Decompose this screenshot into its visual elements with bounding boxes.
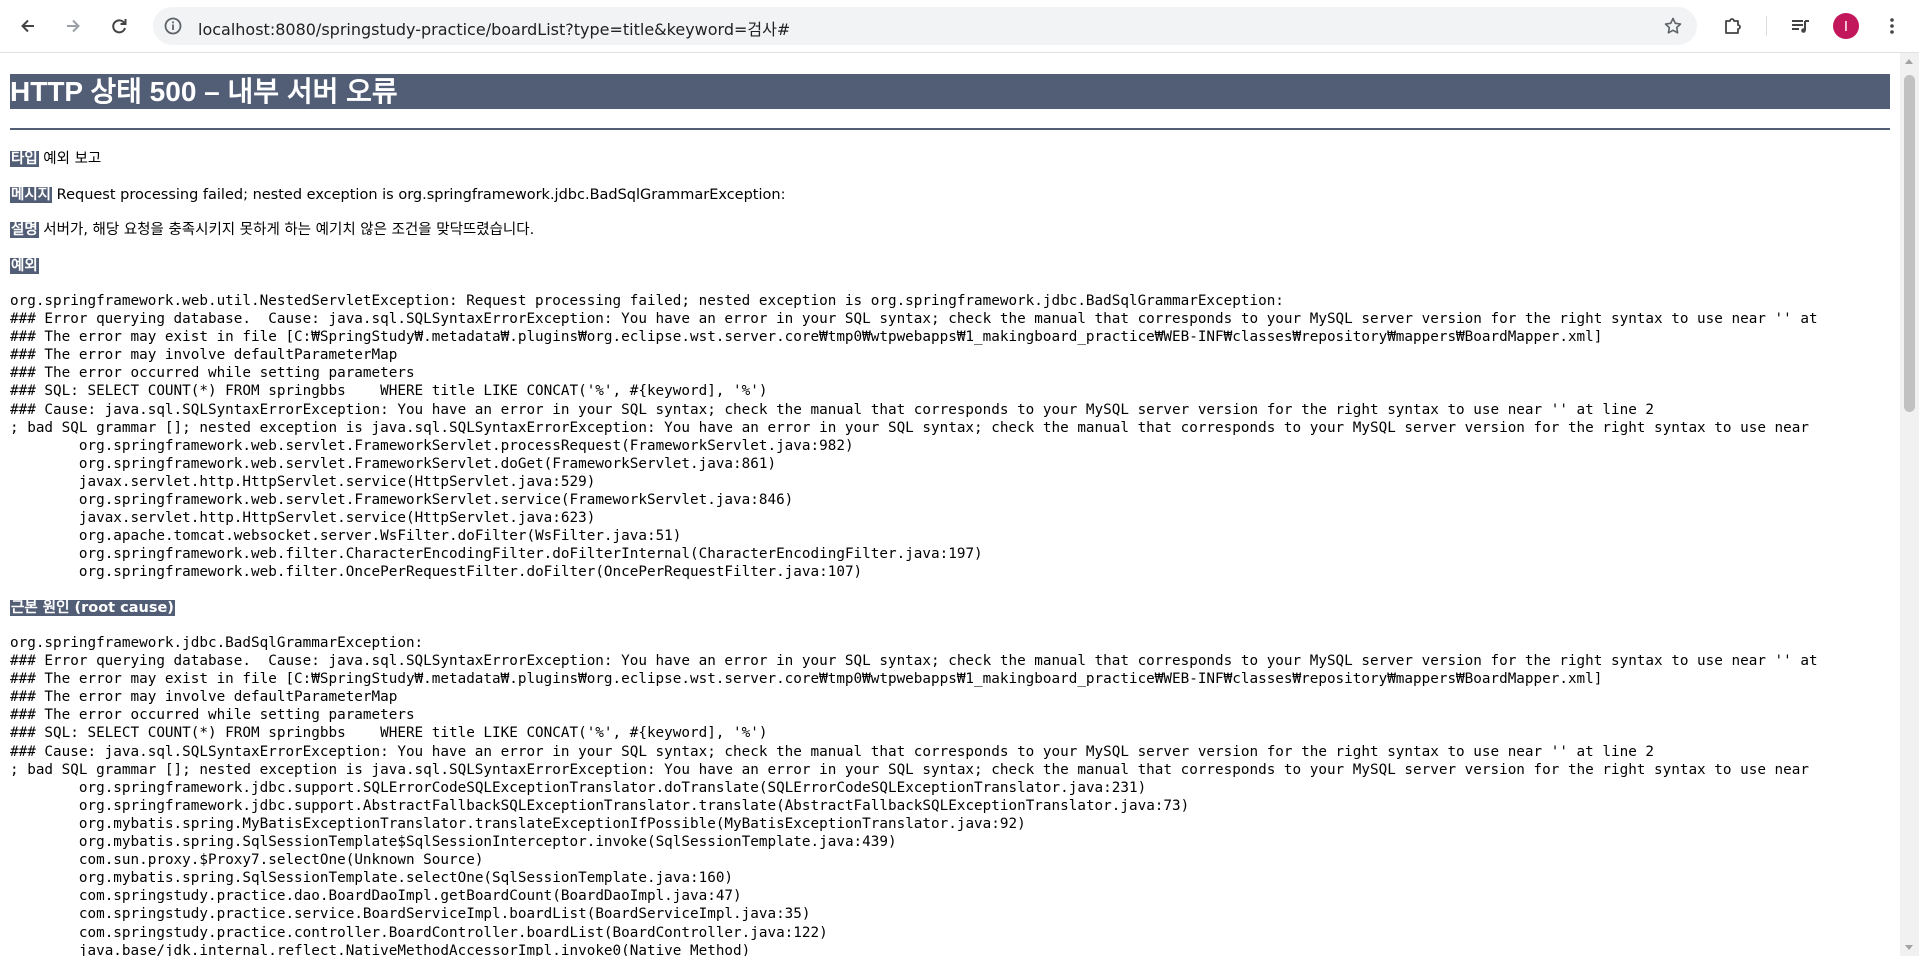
browser-menu-button[interactable]	[1878, 12, 1906, 40]
description-label: 설명	[10, 222, 39, 238]
root-cause-label: 근본 원인 (root cause)	[10, 600, 175, 616]
vertical-scrollbar[interactable]	[1900, 53, 1919, 956]
address-bar[interactable]: localhost:8080/springstudy-practice/boar…	[153, 7, 1697, 45]
extensions-button[interactable]	[1719, 12, 1747, 40]
scrollbar-thumb[interactable]	[1904, 75, 1915, 412]
site-info-icon[interactable]	[163, 16, 183, 36]
description-value: 서버가, 해당 요청을 충족시키지 못하게 하는 예기치 않은 조건을 맞닥뜨렸…	[43, 222, 535, 238]
message-row: 메시지 Request processing failed; nested ex…	[10, 183, 785, 204]
type-value: 예외 보고	[43, 151, 102, 167]
type-row: 타입 예외 보고	[10, 147, 101, 168]
title-divider	[10, 128, 1890, 130]
puzzle-icon	[1725, 18, 1741, 34]
description-row: 설명 서버가, 해당 요청을 충족시키지 못하게 하는 예기치 않은 조건을 맞…	[10, 218, 534, 239]
scroll-up-arrow-icon[interactable]	[1905, 59, 1913, 64]
media-control-button[interactable]	[1786, 12, 1814, 40]
bookmark-star-icon[interactable]	[1663, 16, 1683, 36]
profile-avatar[interactable]: I	[1833, 13, 1859, 39]
reload-button[interactable]	[103, 10, 135, 42]
arrow-right-icon	[67, 19, 80, 33]
arrow-left-icon	[21, 19, 34, 33]
exception-stack-trace: org.springframework.web.util.NestedServl…	[10, 293, 1818, 581]
browser-toolbar: localhost:8080/springstudy-practice/boar…	[0, 0, 1919, 53]
exception-heading: 예외	[10, 254, 39, 275]
message-label: 메시지	[10, 187, 53, 203]
forward-button[interactable]	[57, 10, 89, 42]
reload-icon	[112, 19, 127, 34]
scroll-down-arrow-icon[interactable]	[1905, 945, 1913, 950]
url-text[interactable]: localhost:8080/springstudy-practice/boar…	[198, 16, 790, 40]
root-cause-stack-trace: org.springframework.jdbc.BadSqlGrammarEx…	[10, 635, 1818, 956]
more-vert-icon	[1890, 18, 1894, 34]
queue-music-icon	[1792, 20, 1809, 33]
error-title: HTTP 상태 500 – 내부 서버 오류	[10, 74, 1890, 109]
root-cause-heading: 근본 원인 (root cause)	[10, 596, 175, 617]
back-button[interactable]	[12, 10, 44, 42]
toolbar-divider	[1766, 16, 1767, 36]
message-value: Request processing failed; nested except…	[56, 187, 786, 203]
page-viewport: HTTP 상태 500 – 내부 서버 오류 타입 예외 보고 메시지 Requ…	[0, 53, 1900, 956]
error-report: HTTP 상태 500 – 내부 서버 오류 타입 예외 보고 메시지 Requ…	[10, 53, 1890, 956]
exception-label: 예외	[10, 258, 39, 274]
type-label: 타입	[10, 151, 39, 167]
